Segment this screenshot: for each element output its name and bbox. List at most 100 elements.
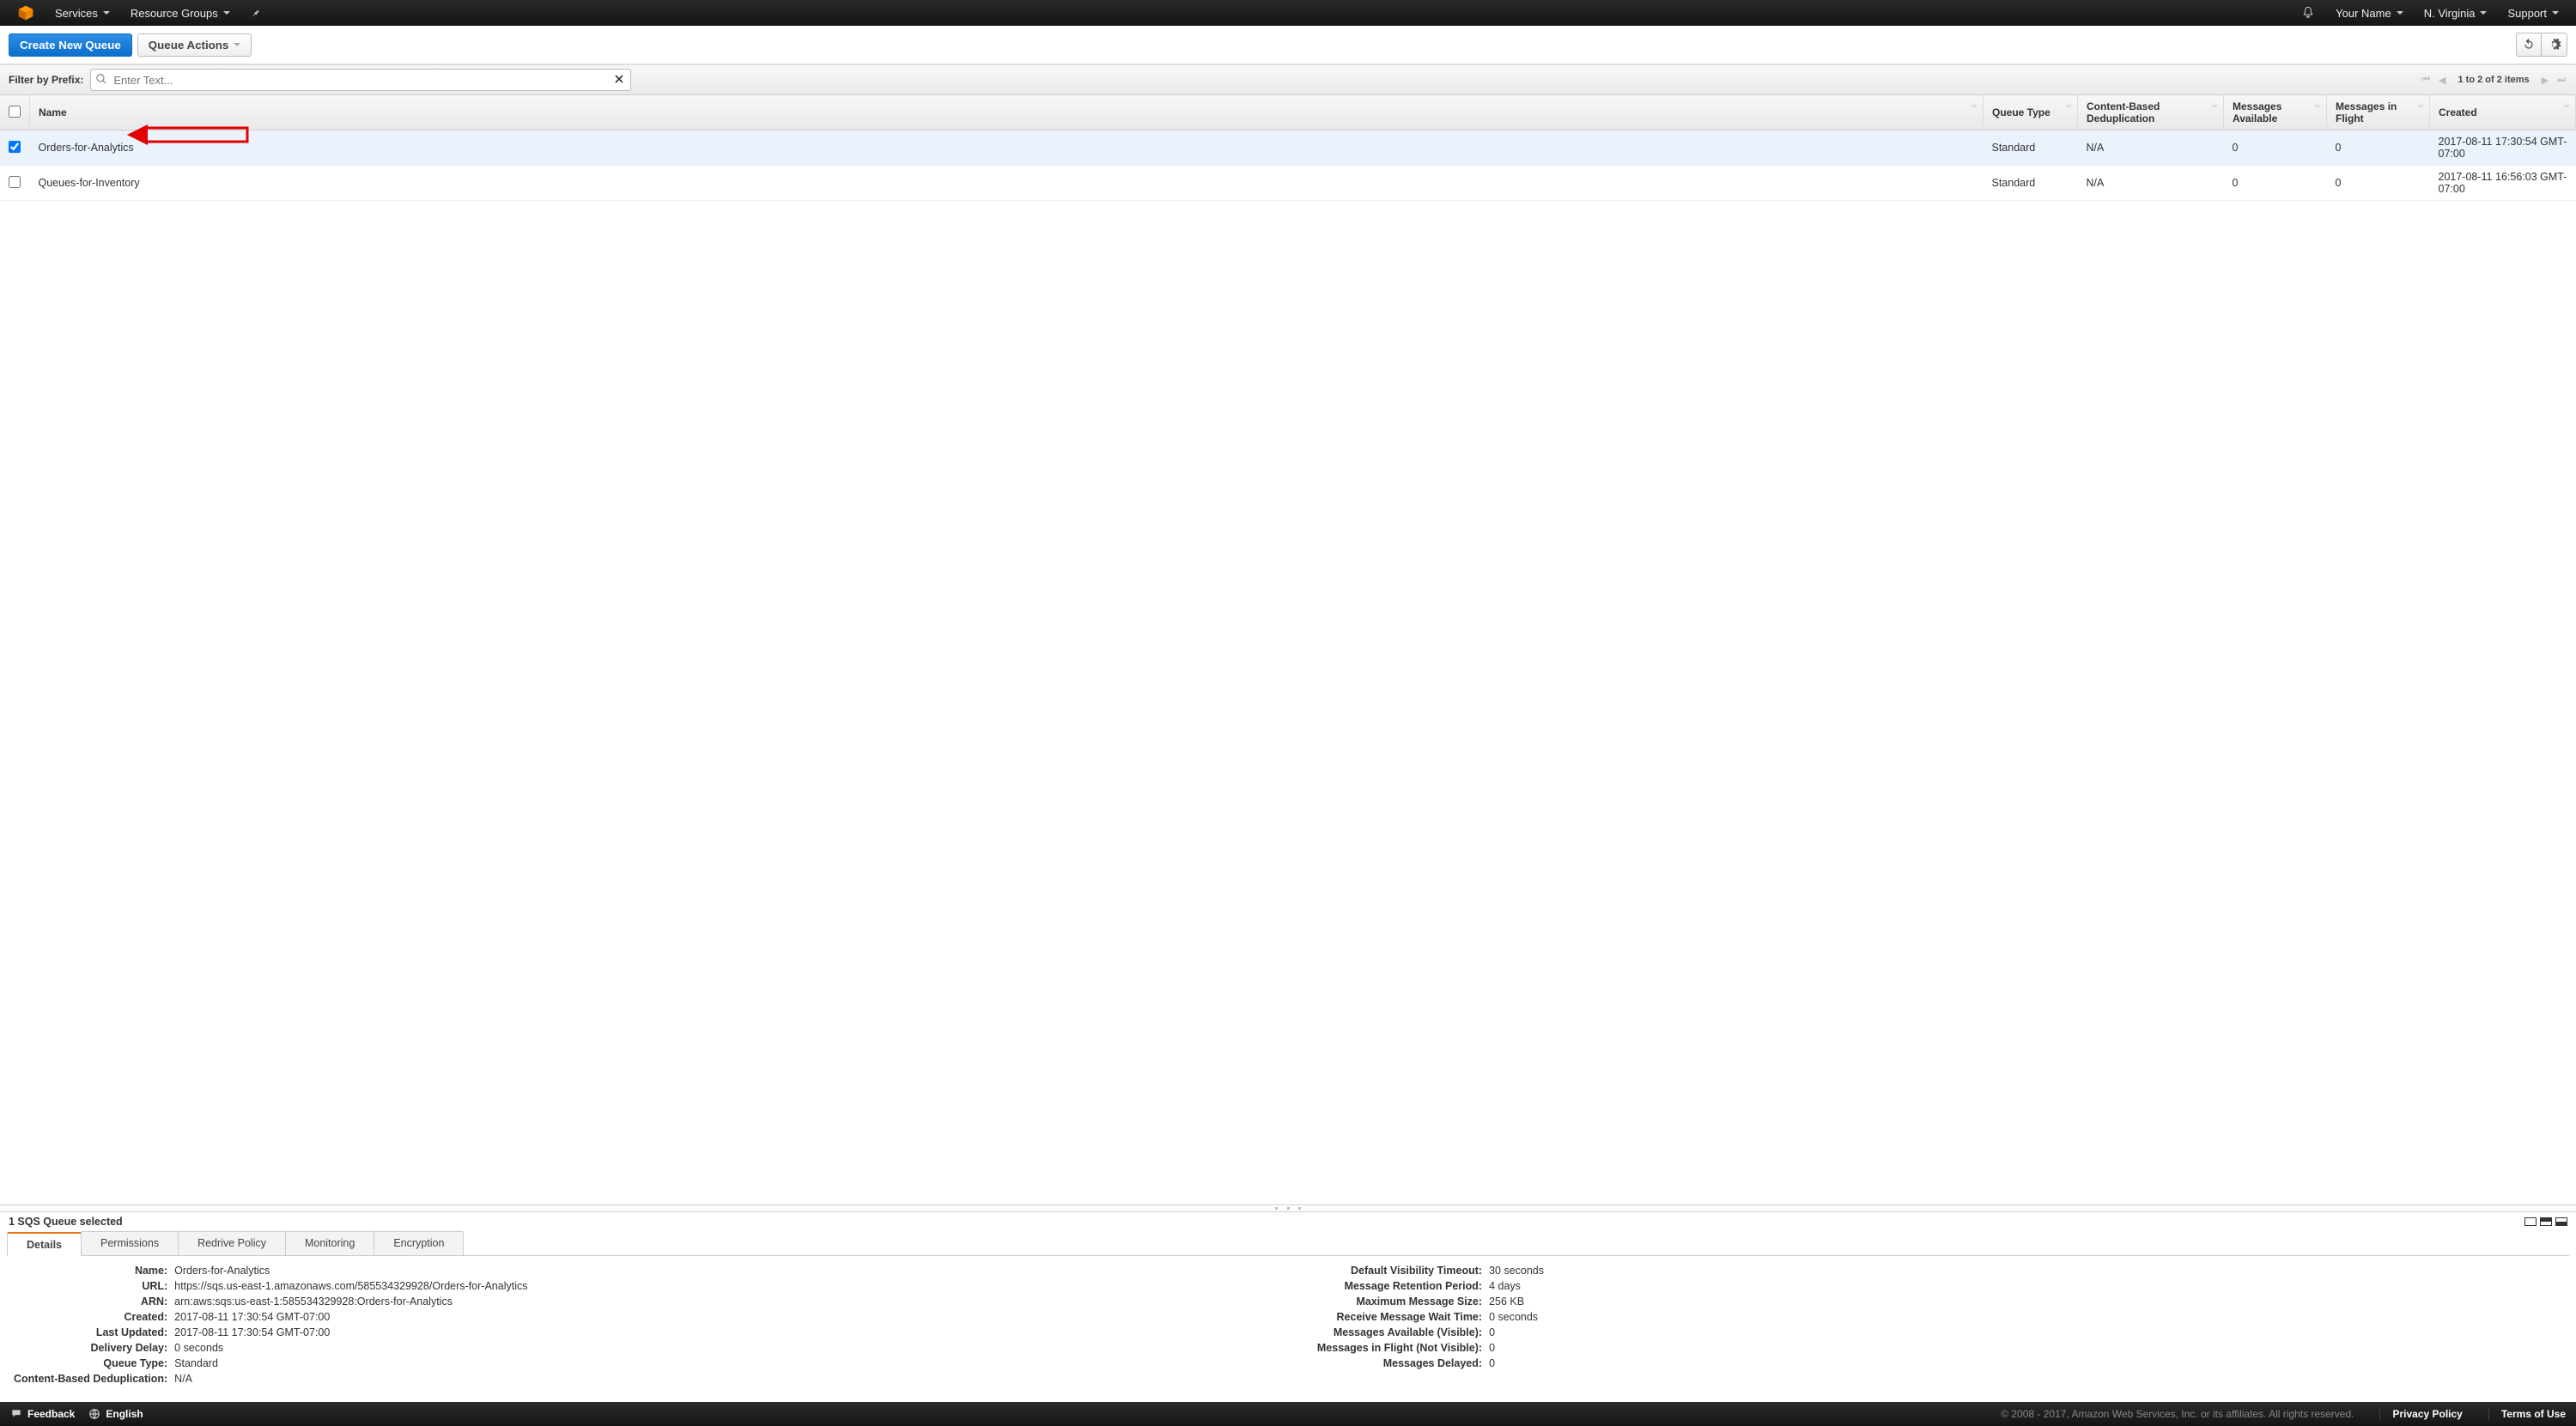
k-created: Created: [14, 1311, 167, 1323]
queue-actions-button[interactable]: Queue Actions [137, 33, 252, 57]
k-mif: Messages in Flight (Not Visible): [1317, 1342, 1482, 1354]
row-checkbox[interactable] [9, 141, 21, 153]
caret-down-icon [2552, 11, 2559, 15]
k-md: Messages Delayed: [1317, 1357, 1482, 1369]
layout-top-icon[interactable] [2524, 1217, 2537, 1226]
v-updated: 2017-08-11 17:30:54 GMT-07:00 [174, 1326, 527, 1338]
v-arn: arn:aws:sqs:us-east-1:585534329928:Order… [174, 1296, 527, 1308]
sort-icon [2563, 105, 2570, 108]
cell-created: 2017-08-11 17:30:54 GMT-07:00 [2430, 130, 2576, 166]
caret-down-icon [103, 11, 110, 15]
nav-notifications[interactable] [2291, 0, 2325, 26]
nav-pin[interactable] [240, 0, 271, 26]
k-qtype: Queue Type: [14, 1357, 167, 1369]
sort-icon [2211, 105, 2218, 108]
search-wrap [90, 69, 631, 91]
k-delay: Delivery Delay: [14, 1342, 167, 1354]
pager: ⏮ ◀ 1 to 2 of 2 items ▶ ⏭ [2420, 75, 2567, 86]
filter-label: Filter by Prefix: [9, 74, 83, 86]
toolbar: Create New Queue Queue Actions [0, 26, 2576, 64]
col-cbd[interactable]: Content-Based Deduplication [2078, 95, 2224, 130]
k-mav: Messages Available (Visible): [1317, 1326, 1482, 1338]
nav-services[interactable]: Services [45, 0, 120, 26]
grip-icon [1275, 1207, 1301, 1210]
select-all-checkbox[interactable] [9, 106, 21, 118]
row-checkbox[interactable] [9, 176, 21, 188]
cell-avail: 0 [2224, 166, 2327, 201]
nav-resource-groups[interactable]: Resource Groups [120, 0, 240, 26]
cell-cbd: N/A [2078, 166, 2224, 201]
v-rmwt: 0 seconds [1489, 1311, 1544, 1323]
caret-down-icon [223, 11, 230, 15]
footer-terms[interactable]: Terms of Use [2488, 1408, 2566, 1420]
aws-logo[interactable] [7, 0, 45, 26]
cell-name: Orders-for-Analytics [30, 130, 1984, 166]
cell-type: Standard [1984, 130, 2078, 166]
settings-button[interactable] [2542, 33, 2567, 57]
cell-inflight: 0 [2327, 130, 2430, 166]
v-cbd: N/A [174, 1373, 527, 1385]
table-header-row: Name Queue Type Content-Based Deduplicat… [0, 95, 2576, 130]
col-inflight[interactable]: Messages in Flight [2327, 95, 2430, 130]
nav-support-label: Support [2507, 7, 2547, 20]
table-row[interactable]: Queues-for-InventoryStandardN/A002017-08… [0, 166, 2576, 201]
v-name: Orders-for-Analytics [174, 1265, 527, 1277]
cell-name: Queues-for-Inventory [30, 166, 1984, 201]
filter-bar: Filter by Prefix: ⏮ ◀ 1 to 2 of 2 items … [0, 64, 2576, 95]
pager-last[interactable]: ⏭ [2555, 75, 2567, 86]
k-arn: ARN: [14, 1296, 167, 1308]
detail-tabs: Details Permissions Redrive Policy Monit… [7, 1231, 2569, 1256]
cube-icon [17, 4, 34, 21]
v-qtype: Standard [174, 1357, 527, 1369]
splitter-handle[interactable] [0, 1205, 2576, 1211]
v-dvt: 30 seconds [1489, 1265, 1544, 1277]
footer-language[interactable]: English [88, 1408, 143, 1420]
col-created[interactable]: Created [2430, 95, 2576, 130]
tab-redrive[interactable]: Redrive Policy [178, 1231, 286, 1255]
gear-icon [2548, 38, 2561, 52]
nav-services-label: Services [55, 7, 98, 20]
details-panel: 1 SQS Queue selected Details Permissions… [0, 1211, 2576, 1402]
create-queue-button[interactable]: Create New Queue [9, 33, 132, 57]
footer-feedback[interactable]: Feedback [10, 1408, 75, 1420]
v-mif: 0 [1489, 1342, 1544, 1354]
col-type[interactable]: Queue Type [1984, 95, 2078, 130]
pager-prev[interactable]: ◀ [2437, 75, 2447, 86]
sort-icon [1971, 105, 1978, 108]
v-mms: 256 KB [1489, 1296, 1544, 1308]
table-row[interactable]: Orders-for-AnalyticsStandardN/A002017-08… [0, 130, 2576, 166]
col-avail[interactable]: Messages Available [2224, 95, 2327, 130]
bell-icon [2301, 6, 2315, 20]
footer-privacy[interactable]: Privacy Policy [2379, 1408, 2462, 1420]
caret-down-icon [234, 43, 240, 46]
col-name[interactable]: Name [30, 95, 1984, 130]
sort-icon [2065, 105, 2072, 108]
tab-encryption[interactable]: Encryption [374, 1231, 464, 1255]
clear-search-icon[interactable] [612, 72, 626, 86]
k-url: URL: [14, 1280, 167, 1292]
k-cbd: Content-Based Deduplication: [14, 1373, 167, 1385]
selection-title: 1 SQS Queue selected [9, 1216, 123, 1228]
layout-split-icon[interactable] [2540, 1217, 2552, 1226]
col-check-all[interactable] [0, 95, 30, 130]
speech-bubble-icon [10, 1408, 22, 1420]
v-mrp: 4 days [1489, 1280, 1544, 1292]
caret-down-icon [2397, 11, 2403, 15]
refresh-button[interactable] [2516, 33, 2542, 57]
nav-region[interactable]: N. Virginia [2414, 0, 2498, 26]
pager-next[interactable]: ▶ [2540, 75, 2550, 86]
refresh-icon [2522, 38, 2536, 52]
nav-support[interactable]: Support [2497, 0, 2569, 26]
filter-input[interactable] [90, 69, 631, 91]
create-queue-label: Create New Queue [20, 39, 121, 52]
tab-details[interactable]: Details [7, 1232, 82, 1256]
tab-monitoring[interactable]: Monitoring [285, 1231, 374, 1255]
nav-user[interactable]: Your Name [2325, 0, 2414, 26]
v-mav: 0 [1489, 1326, 1544, 1338]
layout-bottom-icon[interactable] [2555, 1217, 2567, 1226]
pin-icon [251, 8, 261, 18]
pager-first[interactable]: ⏮ [2420, 75, 2432, 86]
k-rmwt: Receive Message Wait Time: [1317, 1311, 1482, 1323]
tab-permissions[interactable]: Permissions [81, 1231, 179, 1255]
footer-copyright: © 2008 - 2017, Amazon Web Services, Inc.… [2001, 1408, 2354, 1420]
